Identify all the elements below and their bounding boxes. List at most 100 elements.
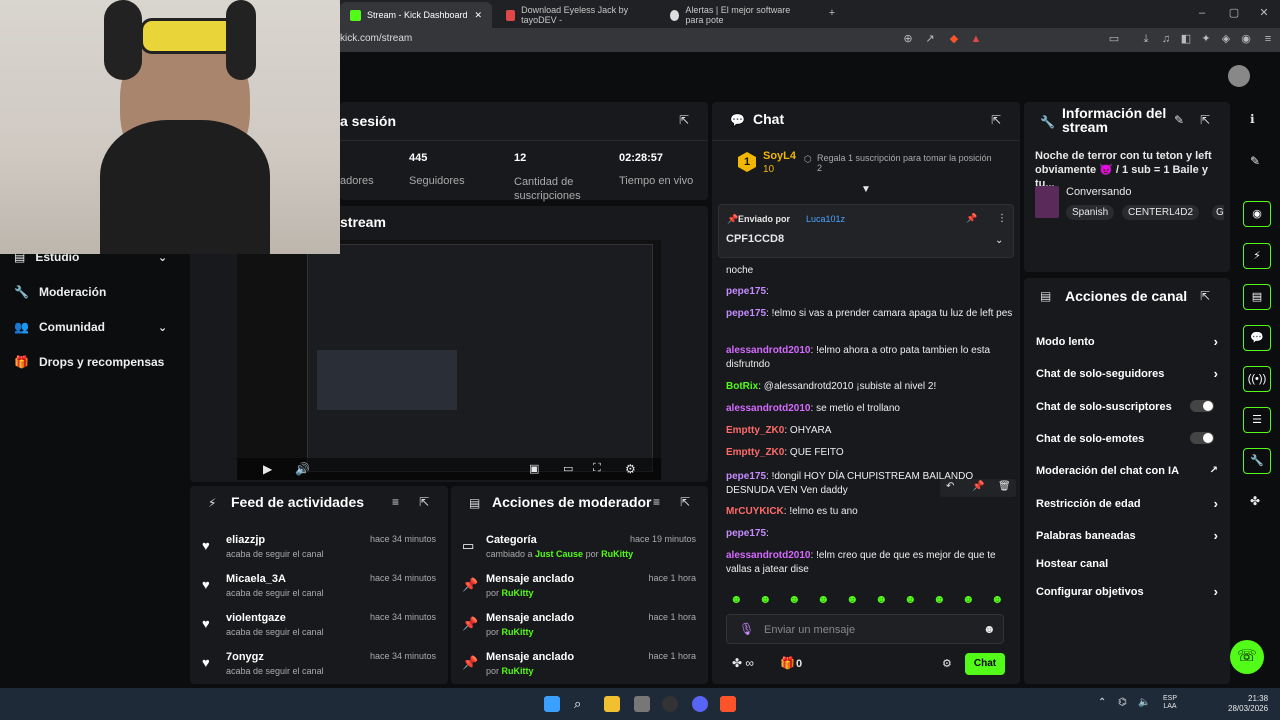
- clock-time[interactable]: 21:38: [1248, 694, 1268, 703]
- cast-icon[interactable]: ▭: [1108, 33, 1120, 45]
- search-icon[interactable]: ⌕: [574, 696, 590, 712]
- server-icon[interactable]: ☰: [1243, 407, 1271, 433]
- windows-start-icon[interactable]: [544, 696, 560, 712]
- share-icon[interactable]: ↗: [924, 33, 936, 45]
- channel-action-item[interactable]: Chat de solo-emotes: [1036, 432, 1218, 445]
- emote-icon[interactable]: ☻: [817, 592, 830, 606]
- expand-icon[interactable]: ⇱: [679, 113, 689, 127]
- emote-icon[interactable]: ☻: [904, 592, 917, 606]
- stream-video[interactable]: ▶ 🔊 ▣ ▭ ⛶ ⚙: [237, 240, 661, 480]
- new-tab-icon[interactable]: +: [826, 7, 838, 19]
- chat-username[interactable]: alessandrotd2010: [726, 550, 811, 561]
- discord-icon[interactable]: [692, 696, 708, 712]
- wallet-icon[interactable]: ◈: [1220, 33, 1232, 45]
- network-icon[interactable]: ⌬: [1118, 697, 1127, 708]
- gift-sub-icon[interactable]: 🎁: [780, 656, 795, 670]
- tab-alertas[interactable]: Alertas | El mejor software para pote: [660, 2, 820, 28]
- tag-chip[interactable]: Spanish: [1066, 205, 1115, 220]
- mod-action-user[interactable]: RuKitty: [502, 666, 534, 676]
- play-icon[interactable]: ▶: [263, 462, 272, 476]
- close-tab-icon[interactable]: ✕: [474, 10, 482, 21]
- collapse-icon[interactable]: ▼: [861, 184, 871, 195]
- mod-action-user[interactable]: RuKitty: [502, 627, 534, 637]
- chat-input[interactable]: Enviar un mensaje: [764, 624, 855, 636]
- chat-username[interactable]: Emptty_ZK0: [726, 425, 784, 436]
- url-field[interactable]: kick.com/stream: [340, 33, 412, 44]
- filter-icon[interactable]: ≡: [392, 495, 399, 509]
- app-icon[interactable]: [634, 696, 650, 712]
- pin-icon[interactable]: 📌: [972, 481, 984, 492]
- mod-action-user[interactable]: RuKitty: [601, 549, 633, 559]
- integrations-icon[interactable]: ✤: [1250, 494, 1260, 508]
- chat-username[interactable]: Emptty_ZK0: [726, 447, 784, 458]
- tab-kick-dashboard[interactable]: Stream - Kick Dashboard ✕: [340, 2, 492, 28]
- filter-icon[interactable]: ≡: [653, 495, 660, 509]
- chat-settings-icon[interactable]: ⚙: [942, 657, 952, 670]
- support-icon[interactable]: ☏: [1230, 640, 1264, 674]
- channel-action-item[interactable]: Chat de solo-seguidores ›: [1036, 366, 1218, 381]
- brave-shield-icon[interactable]: ◆: [948, 33, 960, 45]
- edit-icon[interactable]: ✎: [1174, 113, 1184, 127]
- tab-eyeless-jack[interactable]: Download Eyeless Jack by tayoDEV -: [496, 2, 656, 28]
- language-indicator[interactable]: ESP LAA: [1160, 695, 1180, 711]
- bolt-icon[interactable]: ⚡: [1243, 243, 1271, 269]
- settings-icon[interactable]: ⚙: [625, 462, 636, 476]
- tag-chip[interactable]: G: [1212, 205, 1224, 220]
- pencil-icon[interactable]: ✎: [1250, 154, 1260, 168]
- download-icon[interactable]: ⤓: [1140, 33, 1152, 45]
- fullscreen-icon[interactable]: ⛶: [593, 462, 601, 475]
- sidebar-item-comunidad[interactable]: 👥 Comunidad ⌄: [14, 320, 167, 334]
- chat-username[interactable]: BotRix: [726, 381, 758, 392]
- close-window-icon[interactable]: ✕: [1258, 7, 1270, 19]
- pinned-user[interactable]: Luca101z: [806, 214, 845, 224]
- tray-chevron-icon[interactable]: ⌃: [1098, 697, 1106, 708]
- channel-action-item[interactable]: Hostear canal: [1036, 558, 1218, 570]
- mic-icon[interactable]: 🎙: [739, 622, 754, 636]
- chat-username[interactable]: pepe175: [726, 471, 766, 482]
- expand-icon[interactable]: ⇱: [419, 495, 429, 509]
- emote-icon[interactable]: ☻: [933, 592, 946, 606]
- chat-username[interactable]: alessandrotd2010: [726, 345, 811, 356]
- emote-icon[interactable]: ☻: [846, 592, 859, 606]
- volume-icon[interactable]: 🔊: [295, 462, 310, 476]
- pip-icon[interactable]: ▣: [529, 462, 539, 475]
- mod-action-user[interactable]: RuKitty: [502, 588, 534, 598]
- toggle-switch[interactable]: [1190, 400, 1214, 412]
- expand-icon[interactable]: ⇱: [991, 113, 1001, 127]
- emote-icon[interactable]: ☻: [759, 592, 772, 606]
- channel-action-item[interactable]: Chat de solo-suscriptores: [1036, 400, 1218, 413]
- emoji-icon[interactable]: ☻: [983, 622, 996, 636]
- top-gifter-name[interactable]: SoyL4: [763, 150, 796, 162]
- unpin-icon[interactable]: 📌: [966, 213, 977, 224]
- emote-icon[interactable]: ☻: [730, 592, 743, 606]
- chat-username[interactable]: MrCUYKICK: [726, 506, 784, 517]
- category-thumbnail[interactable]: [1035, 186, 1059, 218]
- minimize-icon[interactable]: –: [1196, 7, 1208, 19]
- category-name[interactable]: Conversando: [1066, 186, 1131, 198]
- theater-icon[interactable]: ▭: [563, 462, 573, 475]
- channel-action-item[interactable]: Moderación del chat con IA ↗: [1036, 465, 1218, 477]
- chat-username[interactable]: pepe175: [726, 286, 766, 297]
- user-avatar[interactable]: [1228, 65, 1250, 87]
- wrench-icon[interactable]: 🔧: [1243, 448, 1271, 474]
- channel-action-item[interactable]: Configurar objetivos ›: [1036, 584, 1218, 599]
- expand-icon[interactable]: ⇱: [1200, 113, 1210, 127]
- sidebar-item-drops[interactable]: 🎁 Drops y recompensas: [14, 355, 164, 369]
- info-icon[interactable]: ℹ: [1250, 112, 1255, 126]
- toggle-switch[interactable]: [1190, 432, 1214, 444]
- more-icon[interactable]: ⋮: [997, 213, 1007, 224]
- chat-icon[interactable]: 💬: [1243, 325, 1271, 351]
- emote-icon[interactable]: ☻: [788, 592, 801, 606]
- tag-chip[interactable]: CENTERL4D2: [1122, 205, 1200, 220]
- channel-action-item[interactable]: Restricción de edad ›: [1036, 496, 1218, 511]
- channel-action-item[interactable]: Modo lento ›: [1036, 334, 1218, 349]
- sidebar-toggle-icon[interactable]: ◧: [1180, 33, 1192, 45]
- expand-icon[interactable]: ⇱: [680, 495, 690, 509]
- sidebar-item-moderacion[interactable]: 🔧 Moderación: [14, 285, 106, 299]
- file-explorer-icon[interactable]: [604, 696, 620, 712]
- vpn-icon[interactable]: ◉: [1240, 33, 1252, 45]
- chat-username[interactable]: pepe175: [726, 528, 766, 539]
- emote-icon[interactable]: ☻: [991, 592, 1004, 606]
- reply-icon[interactable]: ↶: [946, 481, 954, 492]
- maximize-icon[interactable]: ▢: [1228, 7, 1240, 19]
